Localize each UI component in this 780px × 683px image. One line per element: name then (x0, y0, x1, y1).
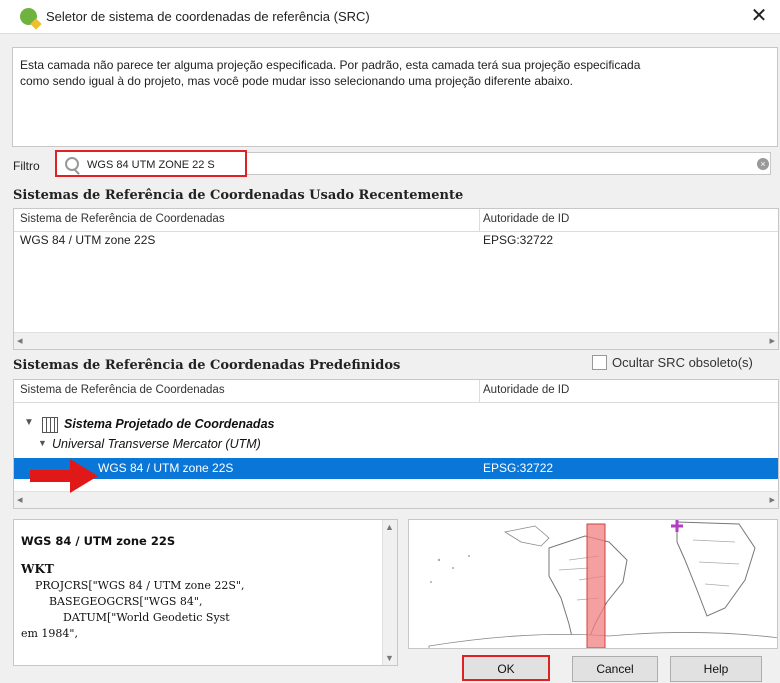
crs-details-panel[interactable]: WGS 84 / UTM zone 22S WKT PROJCRS["WGS 8… (13, 519, 398, 666)
tree-item-group[interactable]: ▼ Sistema Projetado de Coordenadas (14, 416, 778, 436)
horizontal-scrollbar[interactable]: ◂ ▸ (14, 332, 778, 349)
tree-item-selected[interactable]: WGS 84 / UTM zone 22S EPSG:32722 (14, 458, 778, 479)
details-crs-name: WGS 84 / UTM zone 22S (21, 534, 176, 548)
vertical-scrollbar[interactable]: ▲ ▼ (382, 520, 397, 665)
scroll-up-icon[interactable]: ▲ (385, 522, 394, 532)
wkt-line: PROJCRS["WGS 84 / UTM zone 22S", (21, 579, 245, 592)
hide-deprecated-checkbox[interactable] (592, 355, 607, 370)
predefined-crs-tree[interactable]: Sistema de Referência de Coordenadas Aut… (13, 379, 779, 509)
filter-input-box[interactable] (55, 150, 249, 177)
expand-arrow-icon[interactable]: ▼ (24, 417, 34, 428)
column-header-crs[interactable]: Sistema de Referência de Coordenadas (20, 213, 225, 225)
clear-icon[interactable]: × (757, 158, 769, 170)
scroll-left-icon[interactable]: ◂ (17, 493, 23, 506)
horizontal-scrollbar[interactable]: ◂ ▸ (14, 491, 778, 508)
hide-deprecated-label[interactable]: Ocultar SRC obsoleto(s) (612, 355, 753, 370)
scroll-right-icon[interactable]: ▸ (769, 493, 775, 506)
column-divider (479, 209, 480, 231)
column-header-authority-id[interactable]: Autoridade de ID (483, 384, 569, 396)
qgis-icon (20, 8, 37, 25)
recent-crs-id[interactable]: EPSG:32722 (483, 233, 553, 247)
recent-section-title: Sistemas de Referência de Coordenadas Us… (13, 188, 464, 203)
grid-icon (42, 417, 58, 433)
filter-label: Filtro (13, 159, 40, 173)
scroll-right-icon[interactable]: ▸ (769, 334, 775, 347)
tree-group-label: Sistema Projetado de Coordenadas (64, 417, 275, 431)
scroll-left-icon[interactable]: ◂ (17, 334, 23, 347)
column-header-crs[interactable]: Sistema de Referência de Coordenadas (20, 384, 225, 396)
world-map-icon (428, 520, 777, 648)
close-button[interactable]: ✕ (746, 5, 772, 29)
wkt-line: DATUM["World Geodetic Syst (21, 611, 230, 624)
tree-item-subgroup[interactable]: ▼ Universal Transverse Mercator (UTM) (14, 436, 778, 456)
scroll-down-icon[interactable]: ▼ (385, 653, 394, 663)
ok-button[interactable]: OK (462, 655, 550, 681)
predefined-section-title: Sistemas de Referência de Coordenadas Pr… (13, 358, 401, 373)
recent-crs-table[interactable]: Sistema de Referência de Coordenadas Aut… (13, 208, 779, 350)
column-divider (479, 380, 480, 402)
search-icon (65, 157, 79, 171)
table-header: Sistema de Referência de Coordenadas Aut… (14, 380, 778, 403)
wkt-label: WKT (21, 562, 54, 576)
red-arrow-icon (30, 459, 98, 493)
cancel-button[interactable]: Cancel (572, 656, 658, 682)
filter-input[interactable] (85, 155, 249, 175)
info-message: Esta camada não parece ter alguma projeç… (12, 47, 778, 147)
filter-field-background (247, 152, 771, 175)
wkt-line: BASEGEOGCRS["WGS 84", (21, 595, 203, 608)
selected-crs-id: EPSG:32722 (483, 461, 554, 475)
expand-arrow-icon[interactable]: ▼ (38, 438, 47, 448)
column-header-authority-id[interactable]: Autoridade de ID (483, 213, 569, 225)
recent-crs-name[interactable]: WGS 84 / UTM zone 22S (20, 233, 155, 247)
window-title: Seletor de sistema de coordenadas de ref… (46, 9, 370, 24)
selected-crs-name: WGS 84 / UTM zone 22S (98, 461, 234, 475)
help-button[interactable]: Help (670, 656, 762, 682)
tree-subgroup-label: Universal Transverse Mercator (UTM) (52, 437, 261, 451)
table-header: Sistema de Referência de Coordenadas Aut… (14, 209, 778, 232)
wkt-line: em 1984", (21, 627, 78, 640)
crs-extent-map (408, 519, 778, 649)
